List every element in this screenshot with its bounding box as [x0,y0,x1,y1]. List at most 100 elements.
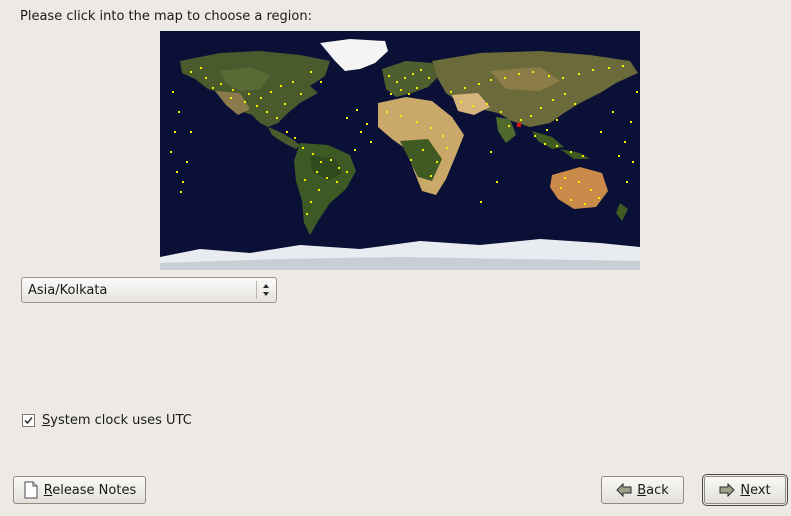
selected-city-marker[interactable] [517,123,521,127]
city-marker[interactable] [548,75,550,77]
city-marker[interactable] [276,117,278,119]
city-marker[interactable] [286,131,288,133]
city-marker[interactable] [396,81,398,83]
city-marker[interactable] [486,103,488,105]
city-marker[interactable] [320,161,322,163]
city-marker[interactable] [562,77,564,79]
city-marker[interactable] [442,135,444,137]
city-marker[interactable] [200,67,202,69]
city-marker[interactable] [496,181,498,183]
city-marker[interactable] [480,201,482,203]
timezone-select[interactable]: Asia/Kolkata [21,277,277,303]
city-marker[interactable] [304,179,306,181]
city-marker[interactable] [294,137,296,139]
city-marker[interactable] [408,93,410,95]
city-marker[interactable] [244,101,246,103]
city-marker[interactable] [464,87,466,89]
city-marker[interactable] [326,177,328,179]
city-marker[interactable] [430,127,432,129]
city-marker[interactable] [302,147,304,149]
city-marker[interactable] [626,181,628,183]
city-marker[interactable] [472,105,474,107]
city-marker[interactable] [182,181,184,183]
city-marker[interactable] [338,167,340,169]
city-marker[interactable] [578,181,580,183]
city-marker[interactable] [186,161,188,163]
city-marker[interactable] [360,131,362,133]
city-marker[interactable] [366,123,368,125]
city-marker[interactable] [410,159,412,161]
city-marker[interactable] [504,77,506,79]
city-marker[interactable] [632,161,634,163]
city-marker[interactable] [582,155,584,157]
city-marker[interactable] [336,181,338,183]
city-marker[interactable] [248,93,250,95]
city-marker[interactable] [320,81,322,83]
city-marker[interactable] [422,149,424,151]
city-marker[interactable] [400,115,402,117]
city-marker[interactable] [478,83,480,85]
city-marker[interactable] [416,87,418,89]
city-marker[interactable] [636,91,638,93]
city-marker[interactable] [532,71,534,73]
city-marker[interactable] [530,115,532,117]
city-marker[interactable] [346,117,348,119]
city-marker[interactable] [346,171,348,173]
city-marker[interactable] [446,147,448,149]
city-marker[interactable] [534,135,536,137]
city-marker[interactable] [172,91,174,93]
city-marker[interactable] [174,131,176,133]
city-marker[interactable] [230,97,232,99]
city-marker[interactable] [400,89,402,91]
city-marker[interactable] [280,85,282,87]
city-marker[interactable] [176,171,178,173]
city-marker[interactable] [428,77,430,79]
city-marker[interactable] [292,81,294,83]
city-marker[interactable] [270,91,272,93]
city-marker[interactable] [590,189,592,191]
city-marker[interactable] [300,93,302,95]
city-marker[interactable] [574,103,576,105]
world-map-image[interactable] [160,31,640,270]
city-marker[interactable] [600,131,602,133]
city-marker[interactable] [518,73,520,75]
city-marker[interactable] [354,149,356,151]
city-marker[interactable] [544,143,546,145]
city-marker[interactable] [578,73,580,75]
city-marker[interactable] [436,161,438,163]
city-marker[interactable] [556,145,558,147]
city-marker[interactable] [570,151,572,153]
city-marker[interactable] [256,105,258,107]
city-marker[interactable] [560,187,562,189]
city-marker[interactable] [490,79,492,81]
city-marker[interactable] [450,91,452,93]
city-marker[interactable] [180,191,182,193]
city-marker[interactable] [330,159,332,161]
city-marker[interactable] [266,111,268,113]
city-marker[interactable] [356,109,358,111]
city-marker[interactable] [310,71,312,73]
city-marker[interactable] [318,189,320,191]
city-marker[interactable] [430,175,432,177]
city-marker[interactable] [316,171,318,173]
city-marker[interactable] [170,151,172,153]
city-marker[interactable] [178,111,180,113]
city-marker[interactable] [404,77,406,79]
city-marker[interactable] [312,153,314,155]
city-marker[interactable] [622,65,624,67]
city-marker[interactable] [540,107,542,109]
city-marker[interactable] [260,97,262,99]
city-marker[interactable] [608,67,610,69]
release-notes-button[interactable]: Release Notes [13,476,146,504]
city-marker[interactable] [310,201,312,203]
city-marker[interactable] [205,77,207,79]
back-button[interactable]: Back [601,476,684,504]
city-marker[interactable] [460,101,462,103]
city-marker[interactable] [564,93,566,95]
city-marker[interactable] [232,89,234,91]
utc-checkbox[interactable] [22,413,35,427]
city-marker[interactable] [630,121,632,123]
city-marker[interactable] [412,73,414,75]
city-marker[interactable] [546,129,548,131]
city-marker[interactable] [618,155,620,157]
